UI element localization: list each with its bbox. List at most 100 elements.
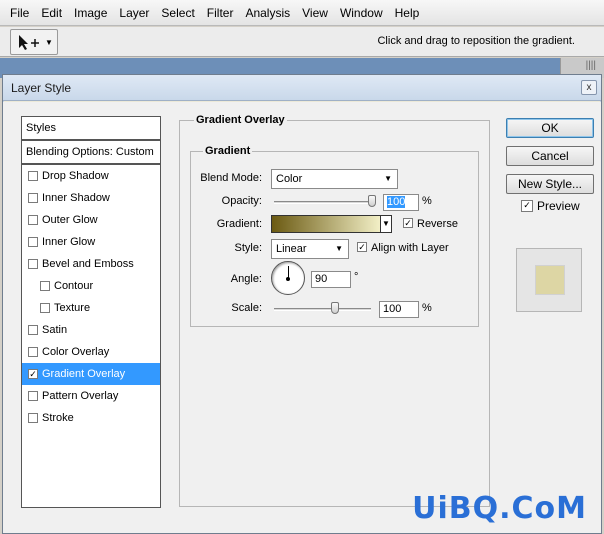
blend-mode-label: Blend Mode: xyxy=(200,172,262,184)
collapse-icon[interactable]: |||| xyxy=(586,60,596,71)
reverse-checkbox[interactable]: ✓ xyxy=(403,218,413,228)
gradient-label: Gradient: xyxy=(216,218,262,230)
dialog-title: Layer Style xyxy=(11,81,72,95)
options-hint: Click and drag to reposition the gradien… xyxy=(377,35,575,47)
style-item-gradient-overlay[interactable]: ✓ Gradient Overlay xyxy=(22,363,160,385)
gradient-dropdown-button[interactable]: ▼ xyxy=(380,215,392,233)
group-title: Gradient xyxy=(203,145,253,157)
style-item-label: Gradient Overlay xyxy=(42,368,126,380)
menu-bar: File Edit Image Layer Select Filter Anal… xyxy=(0,0,604,26)
angle-dial[interactable] xyxy=(271,261,305,295)
opacity-input[interactable]: 100 xyxy=(383,194,419,211)
section-title: Gradient Overlay xyxy=(194,114,287,126)
style-item-checkbox[interactable] xyxy=(28,237,38,247)
style-item-bevel-and-emboss[interactable]: Bevel and Emboss xyxy=(22,253,160,275)
dialog-titlebar[interactable]: Layer Style x xyxy=(3,75,601,101)
style-item-checkbox[interactable] xyxy=(28,215,38,225)
style-item-checkbox[interactable] xyxy=(28,347,38,357)
style-value: Linear xyxy=(276,243,307,255)
style-item-checkbox[interactable] xyxy=(28,391,38,401)
style-item-drop-shadow[interactable]: Drop Shadow xyxy=(22,165,160,187)
watermark-logo: UiBQ.CoM xyxy=(412,491,587,526)
style-item-inner-shadow[interactable]: Inner Shadow xyxy=(22,187,160,209)
blending-options-item[interactable]: Blending Options: Custom xyxy=(22,141,160,165)
scale-input[interactable]: 100 xyxy=(379,301,419,318)
ok-button[interactable]: OK xyxy=(506,118,594,138)
options-bar: ▼ Click and drag to reposition the gradi… xyxy=(0,27,604,57)
menu-edit[interactable]: Edit xyxy=(35,0,68,26)
gradient-picker[interactable] xyxy=(271,215,381,233)
style-item-pattern-overlay[interactable]: Pattern Overlay xyxy=(22,385,160,407)
tool-preset-picker[interactable]: ▼ xyxy=(10,29,58,55)
menu-window[interactable]: Window xyxy=(334,0,389,26)
style-item-satin[interactable]: Satin xyxy=(22,319,160,341)
style-item-checkbox[interactable] xyxy=(40,281,50,291)
layer-style-dialog: Layer Style x Styles Blending Options: C… xyxy=(2,74,602,534)
style-item-checkbox[interactable] xyxy=(28,193,38,203)
preview-label: Preview xyxy=(537,199,580,213)
blend-mode-select[interactable]: Color ▼ xyxy=(271,169,398,189)
style-item-label: Pattern Overlay xyxy=(42,390,119,402)
opacity-percent: % xyxy=(422,195,432,207)
style-item-checkbox[interactable] xyxy=(28,259,38,269)
style-items: Drop Shadow Inner Shadow Outer Glow Inner G… xyxy=(22,165,160,429)
scale-label: Scale: xyxy=(231,302,262,314)
close-button[interactable]: x xyxy=(581,80,597,95)
scale-slider[interactable] xyxy=(274,308,371,311)
scale-slider-thumb[interactable] xyxy=(331,302,339,314)
opacity-slider[interactable] xyxy=(274,201,376,204)
style-item-color-overlay[interactable]: Color Overlay xyxy=(22,341,160,363)
opacity-label: Opacity: xyxy=(221,195,262,207)
style-item-checkbox[interactable]: ✓ xyxy=(28,369,38,379)
style-label: Style: xyxy=(234,242,262,254)
style-item-checkbox[interactable] xyxy=(40,303,50,313)
style-item-label: Inner Glow xyxy=(42,236,96,248)
style-item-label: Satin xyxy=(42,324,68,336)
menu-filter[interactable]: Filter xyxy=(201,0,240,26)
chevron-down-icon: ▼ xyxy=(384,174,392,183)
close-icon: x xyxy=(586,82,592,93)
align-with-layer-checkbox[interactable]: ✓ xyxy=(357,242,367,252)
dialog-body: Styles Blending Options: Custom Drop Sha… xyxy=(3,102,601,533)
gradient-overlay-panel: Gradient Overlay Gradient Blend Mode: Co… xyxy=(179,114,490,507)
gradient-group: Gradient Blend Mode: Color ▼ Opacity: 10… xyxy=(190,145,479,327)
angle-degree: ° xyxy=(354,271,359,283)
menu-analysis[interactable]: Analysis xyxy=(239,0,296,26)
angle-input[interactable]: 90 xyxy=(311,271,351,288)
style-item-checkbox[interactable] xyxy=(28,325,38,335)
reverse-label: Reverse xyxy=(417,218,458,230)
chevron-down-icon: ▼ xyxy=(45,38,53,47)
move-tool-icon xyxy=(19,35,39,50)
style-item-contour[interactable]: Contour xyxy=(22,275,160,297)
menu-view[interactable]: View xyxy=(296,0,334,26)
preview-box xyxy=(516,248,582,312)
style-item-outer-glow[interactable]: Outer Glow xyxy=(22,209,160,231)
chevron-down-icon: ▼ xyxy=(382,219,390,228)
style-select[interactable]: Linear ▼ xyxy=(271,239,349,259)
style-item-label: Inner Shadow xyxy=(42,192,110,204)
scale-percent: % xyxy=(422,302,432,314)
styles-header[interactable]: Styles xyxy=(22,117,160,141)
menu-help[interactable]: Help xyxy=(389,0,426,26)
menu-file[interactable]: File xyxy=(4,0,35,26)
angle-dial-center xyxy=(286,277,290,281)
style-item-label: Contour xyxy=(54,280,94,292)
preview-swatch xyxy=(535,265,565,295)
opacity-slider-thumb[interactable] xyxy=(368,195,376,207)
style-item-label: Bevel and Emboss xyxy=(42,258,134,270)
cancel-button[interactable]: Cancel xyxy=(506,146,594,166)
menu-layer[interactable]: Layer xyxy=(113,0,155,26)
blend-mode-value: Color xyxy=(276,173,303,185)
style-item-label: Drop Shadow xyxy=(42,170,109,182)
style-item-checkbox[interactable] xyxy=(28,413,38,423)
style-item-checkbox[interactable] xyxy=(28,171,38,181)
menu-select[interactable]: Select xyxy=(155,0,200,26)
style-item-texture[interactable]: Texture xyxy=(22,297,160,319)
preview-checkbox[interactable]: ✓ xyxy=(521,200,533,212)
align-with-layer-label: Align with Layer xyxy=(371,242,449,254)
style-item-inner-glow[interactable]: Inner Glow xyxy=(22,231,160,253)
menu-image[interactable]: Image xyxy=(68,0,113,26)
style-item-stroke[interactable]: Stroke xyxy=(22,407,160,429)
new-style-button[interactable]: New Style... xyxy=(506,174,594,194)
angle-value: 90 xyxy=(315,273,328,285)
